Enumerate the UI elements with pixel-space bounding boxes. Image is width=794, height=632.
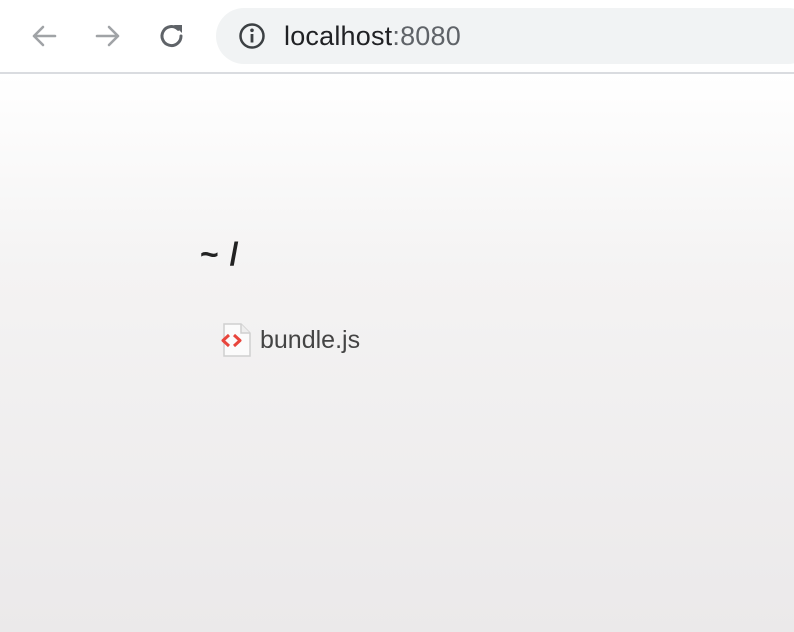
list-item[interactable]: bundle.js	[220, 322, 360, 358]
forward-button[interactable]	[86, 14, 130, 58]
file-link[interactable]: bundle.js	[260, 326, 360, 355]
browser-toolbar: localhost:8080	[0, 0, 794, 74]
url-port: :8080	[392, 21, 461, 51]
reload-button[interactable]	[150, 14, 194, 58]
page-content: ~ / bundle.js	[0, 74, 794, 632]
address-bar[interactable]: localhost:8080	[216, 8, 794, 64]
arrow-left-icon	[32, 25, 57, 47]
info-icon[interactable]	[238, 22, 266, 50]
url-text[interactable]: localhost:8080	[284, 8, 461, 64]
url-host: localhost	[284, 21, 393, 51]
code-file-icon	[221, 323, 251, 357]
directory-heading: ~ /	[200, 236, 240, 272]
back-button[interactable]	[22, 14, 66, 58]
file-list: bundle.js	[220, 322, 360, 358]
arrow-right-icon	[95, 25, 120, 47]
reload-icon	[160, 25, 183, 48]
